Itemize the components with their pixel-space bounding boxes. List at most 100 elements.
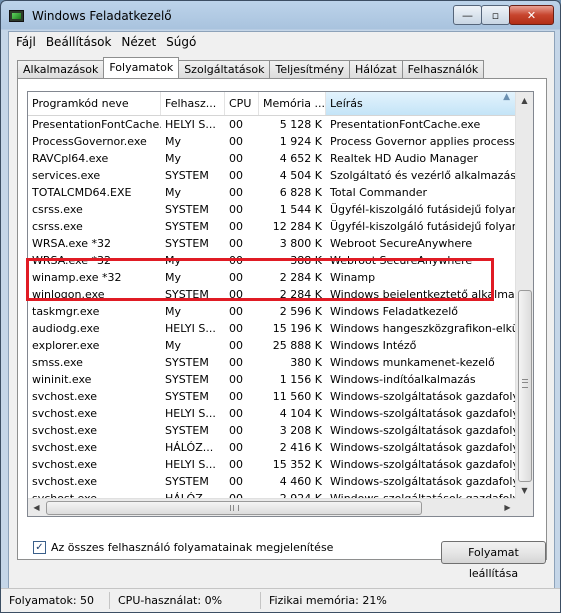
table-row[interactable]: explorer.exe My 00 25 888 K Windows Intéző [28, 337, 518, 354]
cell-user-name: SYSTEM [165, 203, 209, 216]
cell-user-name: My [165, 305, 182, 318]
table-row[interactable]: svchost.exe SYSTEM 00 3 208 K Windows-szolgá… [28, 422, 518, 439]
table-row[interactable]: RAVCpl64.exe My 00 4 652 K Realtek HD Audio … [28, 150, 518, 167]
title-bar[interactable]: Windows Feladatkezelő — ▫ ✕ [1, 1, 560, 31]
cell-cpu: 00 [229, 322, 243, 335]
cell-memory: 2 416 K [279, 441, 322, 454]
cell-memory: 3 800 K [279, 237, 322, 250]
cell-user-name: SYSTEM [165, 169, 209, 182]
tab-applications[interactable]: Alkalmazások [17, 60, 105, 78]
cell-cpu: 00 [229, 305, 243, 318]
cell-user-name: My [165, 186, 182, 199]
tab-performance[interactable]: Teljesítmény [269, 60, 351, 78]
status-process-count: Folyamatok: 50 [1, 592, 110, 609]
menu-options[interactable]: Beállítások [41, 35, 117, 49]
end-process-button[interactable]: Folyamat leállítása [441, 541, 546, 580]
column-memory[interactable]: Memória ... [259, 92, 326, 115]
table-row[interactable]: svchost.exe SYSTEM 00 11 560 K Windows-szolg… [28, 388, 518, 405]
table-row[interactable]: audiodg.exe HELYI S... 00 15 196 K Windows h… [28, 320, 518, 337]
cell-image-name: TOTALCMD64.EXE [32, 186, 132, 199]
cell-description: Windows-indítóalkalmazás [330, 373, 476, 386]
cell-user-name: My [165, 339, 182, 352]
menu-view[interactable]: Nézet [116, 35, 161, 49]
task-manager-icon [9, 10, 24, 22]
cell-image-name: WRSA.exe *32 [32, 254, 112, 267]
table-row[interactable]: csrss.exe SYSTEM 00 1 544 K Ügyfél-kiszolgál… [28, 201, 518, 218]
cell-user-name: SYSTEM [165, 237, 209, 250]
scroll-left-icon[interactable]: ◀ [28, 499, 45, 516]
cell-user-name: My [165, 152, 182, 165]
table-row[interactable]: csrss.exe SYSTEM 00 12 284 K Ügyfél-kiszolgá… [28, 218, 518, 235]
vertical-scroll-thumb[interactable] [518, 290, 532, 482]
cell-memory: 1 924 K [279, 135, 322, 148]
table-row[interactable]: TOTALCMD64.EXE My 00 6 828 K Total Commander [28, 184, 518, 201]
scroll-down-icon[interactable]: ▼ [516, 482, 533, 499]
minimize-button[interactable]: — [453, 5, 482, 25]
table-row[interactable]: wininit.exe SYSTEM 00 1 156 K Windows-indító… [28, 371, 518, 388]
window-title: Windows Feladatkezelő [32, 9, 172, 23]
cell-image-name: wininit.exe [32, 373, 92, 386]
process-list[interactable]: Programkód neve Felhasz... CPU Memória .… [27, 91, 534, 517]
cell-memory: 25 888 K [272, 339, 322, 352]
tab-services[interactable]: Szolgáltatások [178, 60, 271, 78]
cell-memory: 4 504 K [279, 169, 322, 182]
client-area: Fájl Beállítások Nézet Súgó Alkalmazások… [8, 31, 555, 607]
column-user-name[interactable]: Felhasz... [161, 92, 225, 115]
cell-description: Windows-szolgáltatások gazdafolyama [330, 424, 518, 437]
table-row[interactable]: taskmgr.exe My 00 2 596 K Windows Feladatkez… [28, 303, 518, 320]
cell-cpu: 00 [229, 237, 243, 250]
cell-image-name: svchost.exe [32, 475, 98, 488]
scroll-up-icon[interactable]: ▲ [516, 92, 533, 109]
column-description[interactable]: Leírás ▲ [326, 92, 518, 115]
table-row[interactable]: services.exe SYSTEM 00 4 504 K Szolgáltató é… [28, 167, 518, 184]
cell-description: Winamp [330, 271, 376, 284]
cell-description: Windows-szolgáltatások gazdafolyama [330, 441, 518, 454]
table-row[interactable]: ProcessGovernor.exe My 00 1 924 K Process Go… [28, 133, 518, 150]
cell-image-name: csrss.exe [32, 220, 83, 233]
menu-help[interactable]: Súgó [161, 35, 201, 49]
horizontal-scroll-thumb[interactable] [46, 501, 422, 515]
cell-cpu: 00 [229, 152, 243, 165]
tab-users[interactable]: Felhasználók [401, 60, 485, 78]
scroll-right-icon[interactable]: ▶ [499, 499, 516, 516]
column-image-name[interactable]: Programkód neve [28, 92, 161, 115]
table-row[interactable]: svchost.exe HÁLÓZ... 00 2 416 K Windows-szol… [28, 439, 518, 456]
table-row[interactable]: PresentationFontCache... HELYI S... 00 5 12… [28, 116, 518, 133]
show-all-users-checkbox[interactable]: ✓ [33, 541, 46, 554]
menu-file[interactable]: Fájl [11, 35, 41, 49]
table-row[interactable]: smss.exe SYSTEM 00 380 K Windows munkamenet-… [28, 354, 518, 371]
cell-description: Total Commander [330, 186, 428, 199]
cell-cpu: 00 [229, 407, 243, 420]
tab-processes[interactable]: Folyamatok [103, 57, 180, 78]
cell-cpu: 00 [229, 356, 243, 369]
cell-cpu: 00 [229, 441, 243, 454]
cell-image-name: services.exe [32, 169, 101, 182]
status-bar: Folyamatok: 50 CPU-használat: 0% Fizikai… [1, 588, 560, 612]
table-row[interactable]: WRSA.exe *32 SYSTEM 00 3 800 K Webroot Secur… [28, 235, 518, 252]
table-row[interactable]: svchost.exe HELYI S... 00 4 104 K Windows-sz… [28, 405, 518, 422]
cell-image-name: svchost.exe [32, 458, 98, 471]
minimize-icon: — [462, 8, 473, 22]
grip-icon [230, 505, 239, 511]
tab-networking[interactable]: Hálózat [349, 60, 403, 78]
maximize-icon: ▫ [491, 8, 500, 22]
show-all-users-option[interactable]: ✓ Az összes felhasználó folyamatainak me… [33, 541, 333, 554]
process-rows: PresentationFontCache... HELYI S... 00 5 12… [28, 116, 518, 507]
scrollbar-corner [516, 499, 533, 516]
close-button[interactable]: ✕ [509, 5, 554, 25]
maximize-button[interactable]: ▫ [481, 5, 510, 25]
vertical-scrollbar[interactable]: ▲ ▼ [515, 92, 533, 499]
cell-description: Ügyfél-kiszolgáló futásidejű folyamat [330, 220, 518, 233]
table-row[interactable]: winamp.exe *32 My 00 2 284 K Winamp [28, 269, 518, 286]
cell-cpu: 00 [229, 288, 243, 301]
horizontal-scrollbar[interactable]: ◀ ▶ [28, 498, 516, 516]
cell-description: Windows-szolgáltatások gazdafolyama [330, 458, 518, 471]
cell-description: Windows-szolgáltatások gazdafolyama [330, 475, 518, 488]
table-row[interactable]: winlogon.exe SYSTEM 00 2 284 K Windows bejel… [28, 286, 518, 303]
table-row[interactable]: svchost.exe HELYI S... 00 15 352 K Windows-s… [28, 456, 518, 473]
cell-memory: 4 104 K [279, 407, 322, 420]
cell-image-name: svchost.exe [32, 407, 98, 420]
column-cpu[interactable]: CPU [225, 92, 259, 115]
table-row[interactable]: svchost.exe SYSTEM 00 4 460 K Windows-szolgá… [28, 473, 518, 490]
table-row[interactable]: WRSA.exe *32 My 00 388 K Webroot SecureAnywh… [28, 252, 518, 269]
